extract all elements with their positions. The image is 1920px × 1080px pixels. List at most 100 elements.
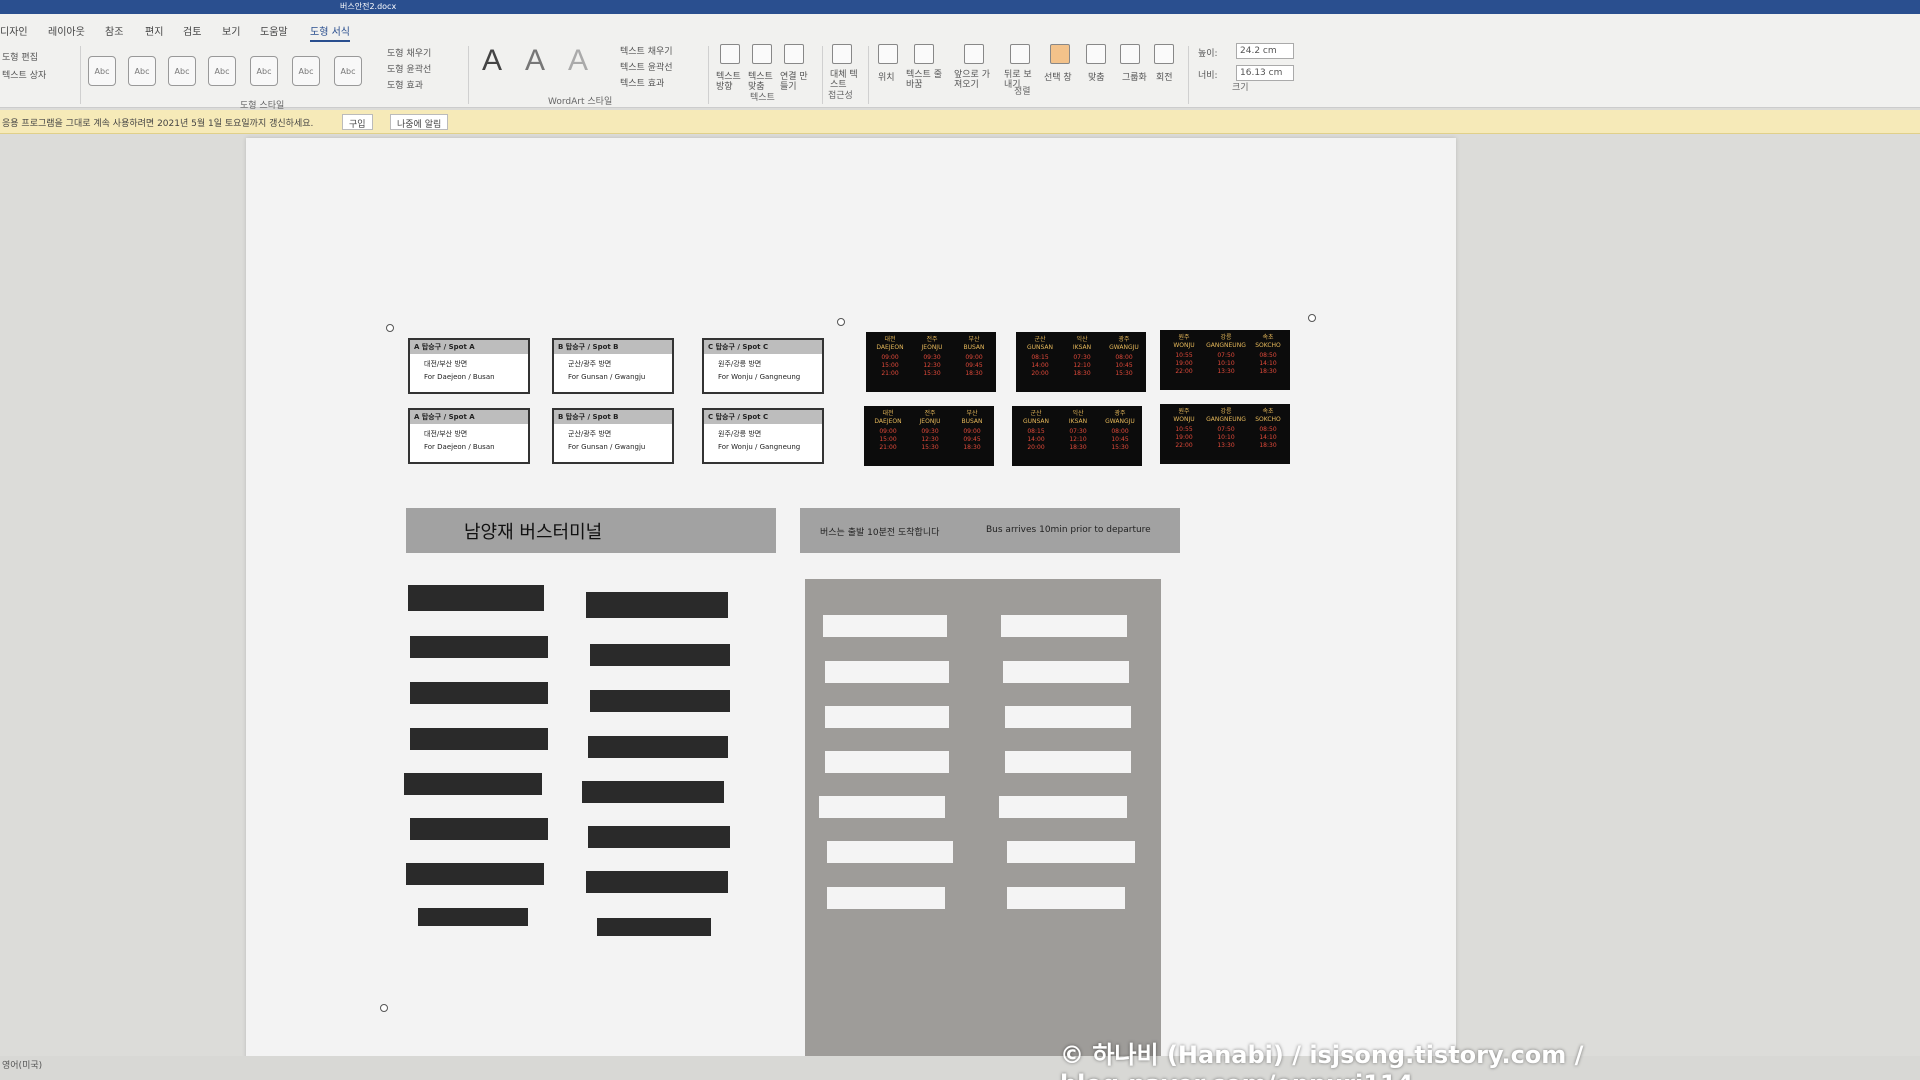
placeholder-slot[interactable] bbox=[823, 615, 947, 637]
width-input[interactable]: 16.13 cm bbox=[1236, 65, 1294, 81]
tab-layout[interactable]: 레이아웃 bbox=[48, 23, 85, 38]
text-fill-button[interactable]: 텍스트 채우기 bbox=[620, 44, 673, 57]
shape-style-3[interactable]: Abc bbox=[168, 56, 196, 86]
text-block[interactable] bbox=[404, 773, 542, 795]
text-block[interactable] bbox=[590, 644, 730, 666]
wordart-style-3[interactable]: A bbox=[568, 44, 588, 78]
placeholder-slot[interactable] bbox=[825, 751, 949, 773]
text-direction-button[interactable]: 텍스트 방향 bbox=[716, 72, 744, 92]
text-block[interactable] bbox=[588, 736, 728, 758]
text-block[interactable] bbox=[588, 826, 730, 848]
city-name-en: JEONJU bbox=[919, 418, 941, 425]
placeholder-slot[interactable] bbox=[1003, 661, 1129, 683]
text-block[interactable] bbox=[408, 585, 544, 611]
align-button[interactable]: 맞춤 bbox=[1088, 70, 1105, 83]
shape-fill-button[interactable]: 도형 채우기 bbox=[387, 46, 431, 59]
city-name-ko: 강릉 bbox=[1220, 408, 1232, 415]
shape-style-1[interactable]: Abc bbox=[88, 56, 116, 86]
placeholder-slot[interactable] bbox=[825, 706, 949, 728]
tab-references[interactable]: 참조 bbox=[105, 23, 123, 38]
subscription-notice-bar: 응용 프로그램을 그대로 계속 사용하려면 2021년 5월 1일 토요일까지 … bbox=[0, 110, 1920, 134]
text-outline-button[interactable]: 텍스트 윤곽선 bbox=[620, 60, 673, 73]
placeholder-slot[interactable] bbox=[999, 796, 1127, 818]
edit-shape-button[interactable]: 도형 편집 bbox=[2, 50, 38, 63]
shape-style-4[interactable]: Abc bbox=[208, 56, 236, 86]
wrap-text-button[interactable]: 텍스트 줄 바꿈 bbox=[906, 70, 950, 90]
city-name-ko: 부산 bbox=[968, 336, 980, 343]
departure-time: 09:45 bbox=[963, 436, 981, 443]
wordart-style-1[interactable]: A bbox=[482, 44, 502, 78]
selection-pane-button[interactable]: 선택 창 bbox=[1044, 70, 1072, 83]
tab-review[interactable]: 검토 bbox=[183, 23, 201, 38]
shape-style-7[interactable]: Abc bbox=[334, 56, 362, 86]
placeholder-slot[interactable] bbox=[1005, 706, 1131, 728]
departure-time: 20:00 bbox=[1031, 370, 1049, 377]
departure-times: 07:30 12:10 18:30 bbox=[1058, 428, 1098, 452]
language-indicator[interactable]: 영어(미국) bbox=[2, 1058, 42, 1071]
shape-style-6[interactable]: Abc bbox=[292, 56, 320, 86]
tab-design[interactable]: 디자인 bbox=[0, 23, 28, 38]
departure-time: 07:50 bbox=[1217, 426, 1235, 433]
placeholder-slot[interactable] bbox=[825, 661, 949, 683]
departure-time: 09:00 bbox=[881, 354, 899, 361]
text-block[interactable] bbox=[586, 592, 728, 618]
shape-effect-button[interactable]: 도형 효과 bbox=[387, 78, 423, 91]
text-block[interactable] bbox=[597, 918, 711, 936]
group-button[interactable]: 그룹화 bbox=[1122, 70, 1147, 83]
tab-shape-format[interactable]: 도형 서식 bbox=[310, 23, 350, 42]
schedule-board: 원주 WONJU 10:55 19:00 22:00 강릉 GANGNEUNG 07:50 10… bbox=[1160, 330, 1290, 390]
placeholder-slot[interactable] bbox=[1007, 841, 1135, 863]
spot-a-sign: A 탑승구 / Spot A 대전/부산 방면 For Daejeon / Bu… bbox=[408, 338, 530, 394]
create-link-button[interactable]: 연결 만들기 bbox=[780, 72, 808, 92]
text-block[interactable] bbox=[410, 636, 548, 658]
text-block[interactable] bbox=[406, 863, 544, 885]
shape-style-2[interactable]: Abc bbox=[128, 56, 156, 86]
departure-times: 09:30 12:30 15:30 bbox=[912, 354, 952, 378]
departure-time: 10:45 bbox=[1115, 362, 1133, 369]
placeholder-slot[interactable] bbox=[827, 887, 945, 909]
city-name-en: BUSAN bbox=[963, 344, 985, 351]
placeholder-slot[interactable] bbox=[1005, 751, 1131, 773]
text-align-button[interactable]: 텍스트 맞춤 bbox=[748, 72, 776, 92]
city-name-ko: 군산 bbox=[1030, 410, 1042, 417]
alt-text-button[interactable]: 대체 텍스트 bbox=[830, 70, 858, 90]
resize-handle[interactable] bbox=[1308, 314, 1316, 322]
departure-time: 15:30 bbox=[921, 444, 939, 451]
bring-forward-button[interactable]: 앞으로 가져오기 bbox=[954, 70, 994, 90]
buy-button[interactable]: 구입 bbox=[342, 114, 373, 130]
resize-handle[interactable] bbox=[386, 324, 394, 332]
text-block[interactable] bbox=[410, 818, 548, 840]
text-block[interactable] bbox=[410, 682, 548, 704]
rotate-button[interactable]: 회전 bbox=[1156, 70, 1173, 83]
resize-handle[interactable] bbox=[837, 318, 845, 326]
tab-view[interactable]: 보기 bbox=[222, 23, 240, 38]
schedule-column: 강릉 GANGNEUNG 07:50 10:10 13:30 bbox=[1206, 334, 1246, 376]
ribbon-tabs: 디자인 레이아웃 참조 편지 검토 보기 도움말 도형 서식 bbox=[0, 14, 1920, 42]
text-block[interactable] bbox=[586, 871, 728, 893]
resize-handle[interactable] bbox=[380, 1004, 388, 1012]
placeholder-slot[interactable] bbox=[827, 841, 953, 863]
position-button[interactable]: 위치 bbox=[878, 70, 895, 83]
bring-forward-icon bbox=[964, 44, 984, 64]
departure-time: 14:10 bbox=[1259, 434, 1277, 441]
tab-help[interactable]: 도움말 bbox=[260, 23, 288, 38]
departure-time: 09:00 bbox=[963, 428, 981, 435]
text-effect-button[interactable]: 텍스트 효과 bbox=[620, 76, 664, 89]
wordart-style-2[interactable]: A bbox=[525, 44, 545, 78]
city-name-en: BUSAN bbox=[961, 418, 983, 425]
text-block[interactable] bbox=[582, 781, 724, 803]
text-block[interactable] bbox=[590, 690, 730, 712]
shape-style-5[interactable]: Abc bbox=[250, 56, 278, 86]
text-block[interactable] bbox=[410, 728, 548, 750]
text-block[interactable] bbox=[418, 908, 528, 926]
height-input[interactable]: 24.2 cm bbox=[1236, 43, 1294, 59]
tab-mailings[interactable]: 편지 bbox=[145, 23, 163, 38]
placeholder-slot[interactable] bbox=[1007, 887, 1125, 909]
departure-time: 15:30 bbox=[1111, 444, 1129, 451]
placeholder-slot[interactable] bbox=[1001, 615, 1127, 637]
text-direction-icon bbox=[720, 44, 740, 64]
placeholder-slot[interactable] bbox=[819, 796, 945, 818]
text-box-button[interactable]: 텍스트 상자 bbox=[2, 68, 46, 81]
remind-later-button[interactable]: 나중에 알림 bbox=[390, 114, 449, 130]
shape-outline-button[interactable]: 도형 윤곽선 bbox=[387, 62, 431, 75]
